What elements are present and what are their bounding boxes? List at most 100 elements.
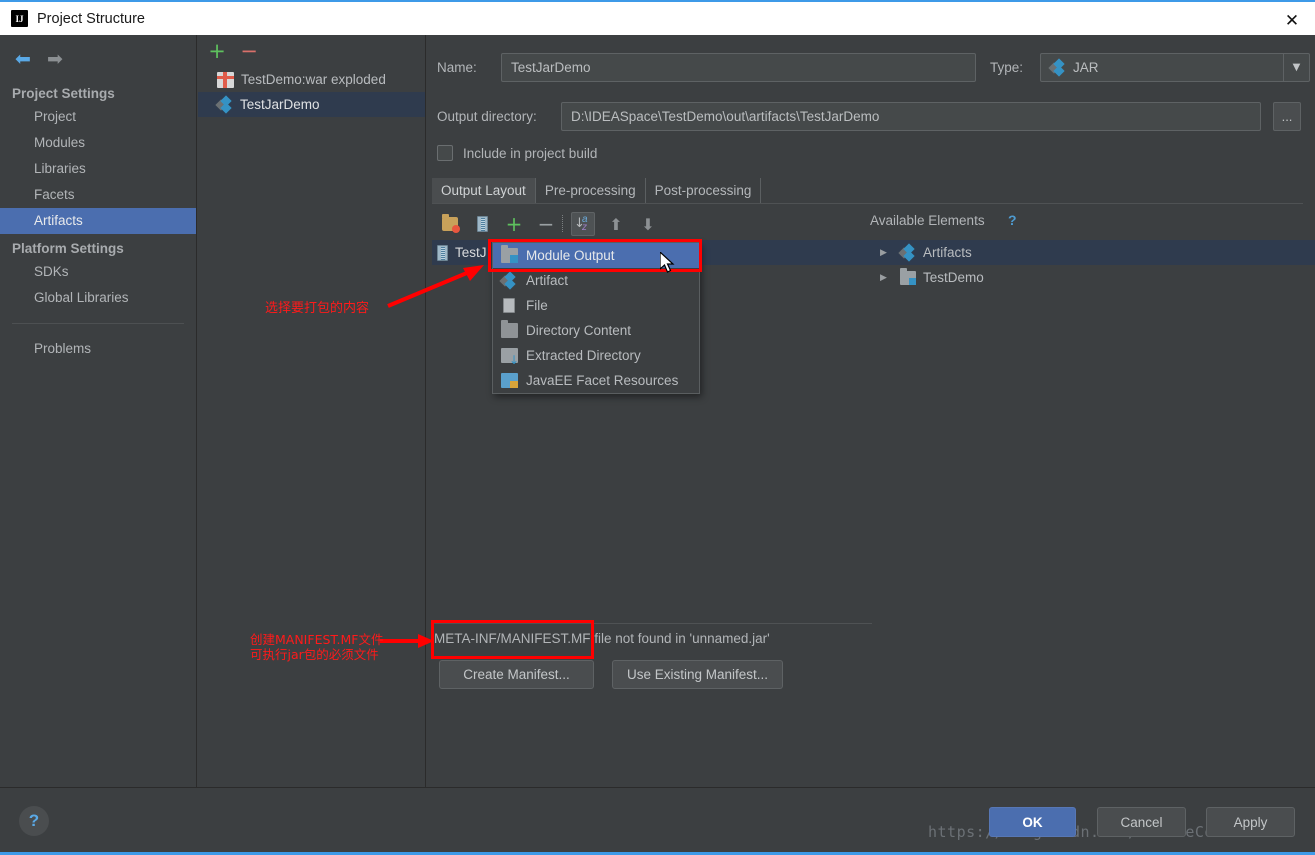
jar-icon xyxy=(477,216,488,232)
sidebar-item-libraries[interactable]: Libraries xyxy=(0,156,196,182)
annotation-select-package-content: 选择要打包的内容 xyxy=(265,297,369,316)
output-directory-input[interactable]: D:\IDEASpace\TestDemo\out\artifacts\Test… xyxy=(561,102,1261,131)
available-elements-tree: ▶ Artifacts ▶ TestDemo xyxy=(870,240,1315,615)
artifact-tabs: Output Layout Pre-processing Post-proces… xyxy=(432,178,761,203)
nav-group-platform-settings: Platform Settings xyxy=(0,238,196,259)
tree-row[interactable]: ▶ Artifacts xyxy=(870,240,1315,265)
nav-divider xyxy=(12,323,184,324)
move-up-button[interactable]: ⬆ xyxy=(604,212,628,236)
ok-button[interactable]: OK xyxy=(989,807,1076,837)
menu-item-javaee-facet-resources[interactable]: JavaEE Facet Resources xyxy=(493,368,699,393)
artifact-diamond-icon xyxy=(217,97,233,112)
menu-item-file[interactable]: File xyxy=(493,293,699,318)
sidebar-item-sdks[interactable]: SDKs xyxy=(0,259,196,285)
back-arrow-icon[interactable]: ⬅ xyxy=(10,47,36,71)
type-dropdown[interactable]: JAR ▼ xyxy=(1040,53,1310,82)
tab-pre-processing[interactable]: Pre-processing xyxy=(536,178,646,203)
artifacts-toolbar: + − xyxy=(198,39,425,67)
minus-icon: − xyxy=(538,215,555,233)
window-title: Project Structure xyxy=(37,11,145,27)
tree-row-label: TestDemo xyxy=(923,270,984,285)
sidebar-item-problems[interactable]: Problems xyxy=(0,336,196,362)
dialog-body: ⬅ ➡ Project Settings Project Modules Lib… xyxy=(0,35,1315,787)
sidebar-item-facets[interactable]: Facets xyxy=(0,182,196,208)
cancel-button[interactable]: Cancel xyxy=(1097,807,1186,837)
menu-item-label: Extracted Directory xyxy=(526,348,641,363)
menu-item-directory-content[interactable]: Directory Content xyxy=(493,318,699,343)
intellij-logo-icon xyxy=(11,10,28,27)
help-button[interactable]: ? xyxy=(19,806,49,836)
remove-element-button[interactable]: − xyxy=(534,212,558,236)
menu-item-extracted-directory[interactable]: Extracted Directory xyxy=(493,343,699,368)
artifact-diamond-icon xyxy=(900,245,916,260)
mouse-cursor-icon xyxy=(660,252,678,276)
sort-alphabetically-button[interactable]: ↓az xyxy=(571,212,595,236)
list-item[interactable]: TestDemo:war exploded xyxy=(198,67,425,92)
tabs-underline xyxy=(432,203,1303,204)
sidebar-item-artifacts[interactable]: Artifacts xyxy=(0,208,196,234)
navigation-arrows: ⬅ ➡ xyxy=(0,43,197,75)
toolbar-separator xyxy=(562,215,563,232)
create-manifest-button[interactable]: Create Manifest... xyxy=(439,660,594,689)
use-existing-manifest-button[interactable]: Use Existing Manifest... xyxy=(612,660,783,689)
add-directory-button[interactable] xyxy=(438,212,462,236)
name-input[interactable]: TestJarDemo xyxy=(501,53,976,82)
include-in-project-build-label: Include in project build xyxy=(463,146,597,161)
type-value-text: JAR xyxy=(1073,60,1099,75)
add-artifact-button[interactable]: + xyxy=(206,41,228,63)
plus-icon: + xyxy=(506,215,523,233)
name-label: Name: xyxy=(437,60,477,75)
list-item[interactable]: TestJarDemo xyxy=(198,92,425,117)
artifact-diamond-icon xyxy=(501,273,518,288)
close-icon[interactable]: ✕ xyxy=(1269,4,1315,37)
jar-icon xyxy=(437,245,448,261)
module-icon xyxy=(900,271,916,285)
apply-button[interactable]: Apply xyxy=(1206,807,1295,837)
artifacts-list: TestDemo:war exploded TestJarDemo xyxy=(198,67,425,117)
chevron-down-icon[interactable]: ▼ xyxy=(1283,54,1309,81)
folder-add-icon xyxy=(442,217,458,231)
title-bar: Project Structure ✕ xyxy=(0,0,1315,35)
file-icon xyxy=(501,298,518,313)
menu-item-label: JavaEE Facet Resources xyxy=(526,373,678,388)
browse-button[interactable]: ... xyxy=(1273,102,1301,131)
menu-item-label: Directory Content xyxy=(526,323,631,338)
remove-artifact-button[interactable]: − xyxy=(238,41,260,63)
expand-triangle-icon[interactable]: ▶ xyxy=(880,273,894,283)
move-down-button[interactable]: ⬇ xyxy=(636,212,660,236)
menu-item-label: File xyxy=(526,298,548,313)
forward-arrow-icon[interactable]: ➡ xyxy=(42,47,68,71)
include-in-project-build-checkbox[interactable] xyxy=(437,145,453,161)
sidebar-item-modules[interactable]: Modules xyxy=(0,130,196,156)
javaee-facet-icon xyxy=(501,373,518,388)
add-element-button[interactable]: + xyxy=(502,212,526,236)
menu-item-label: Artifact xyxy=(526,273,568,288)
name-row: Name: TestJarDemo Type: JAR ▼ xyxy=(437,53,1315,83)
directory-icon xyxy=(501,323,518,338)
settings-navigation-pane: ⬅ ➡ Project Settings Project Modules Lib… xyxy=(0,35,197,787)
type-label: Type: xyxy=(990,60,1023,75)
annotation-create-manifest: 创建MANIFEST.MF文件 可执行jar包的必须文件 xyxy=(250,632,384,662)
annotation-line-1: 创建MANIFEST.MF文件 xyxy=(250,632,384,647)
tab-output-layout[interactable]: Output Layout xyxy=(432,178,536,203)
include-in-project-build-row[interactable]: Include in project build xyxy=(437,145,597,161)
tree-row[interactable]: ▶ TestDemo xyxy=(870,265,1315,290)
artifact-label: TestJarDemo xyxy=(240,97,320,112)
help-icon[interactable]: ? xyxy=(1008,212,1017,228)
tree-row-label: Artifacts xyxy=(923,245,972,260)
arrow-down-icon: ⬇ xyxy=(641,215,654,234)
artifact-label: TestDemo:war exploded xyxy=(241,72,386,87)
tree-row-label: TestJ xyxy=(455,245,487,260)
sidebar-item-project[interactable]: Project xyxy=(0,104,196,130)
project-structure-dialog: Project Structure ✕ ⬅ ➡ Project Settings… xyxy=(0,0,1315,855)
expand-triangle-icon[interactable]: ▶ xyxy=(880,248,894,258)
available-elements-title: Available Elements xyxy=(870,213,985,228)
tab-post-processing[interactable]: Post-processing xyxy=(646,178,762,203)
output-directory-label: Output directory: xyxy=(437,109,537,124)
highlight-box-create-manifest xyxy=(431,620,594,659)
add-archive-button[interactable] xyxy=(470,212,494,236)
output-layout-toolbar: + − ↓az ⬆ ⬇ xyxy=(432,210,872,238)
nav-group-project-settings: Project Settings xyxy=(0,83,196,104)
sidebar-item-global-libraries[interactable]: Global Libraries xyxy=(0,285,196,311)
artifact-editor-pane: Name: TestJarDemo Type: JAR ▼ Output dir… xyxy=(427,35,1315,787)
